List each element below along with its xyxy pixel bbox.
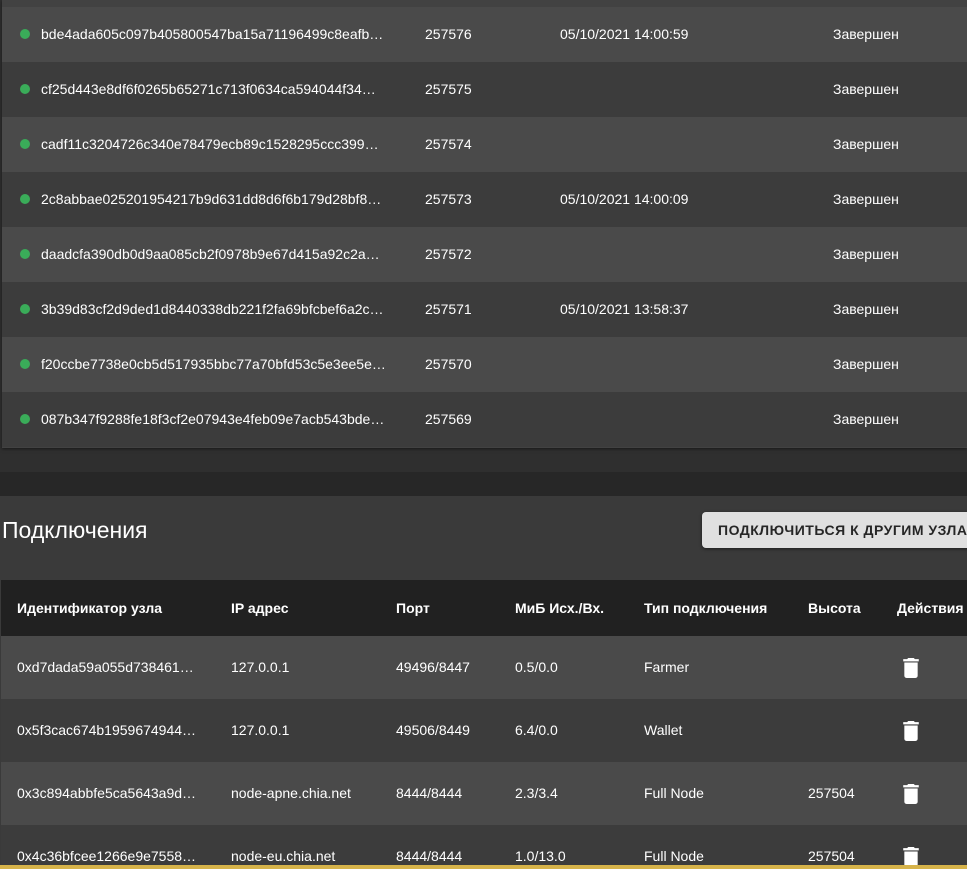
block-height: 257573 bbox=[425, 191, 472, 207]
block-time: 05/10/2021 14:00:59 bbox=[560, 26, 689, 42]
block-hash[interactable]: cadf11c3204726c340e78479ecb89c1528295ccc… bbox=[41, 117, 397, 172]
block-row[interactable]: daadcfa390db0d9aa085cb2f0978b9e67d415a92… bbox=[2, 227, 967, 282]
ip-address: node-eu.chia.net bbox=[231, 848, 336, 864]
full-node-page: bde4ada605c097b405800547ba15a71196499c8e… bbox=[0, 0, 967, 869]
block-state: Завершен bbox=[833, 301, 899, 317]
status-dot-icon bbox=[20, 139, 30, 149]
trash-icon[interactable] bbox=[903, 658, 919, 678]
port: 8444/8444 bbox=[396, 785, 463, 801]
status-dot-icon bbox=[20, 359, 30, 369]
block-height: 257570 bbox=[425, 356, 472, 372]
block-row[interactable]: 3b39d83cf2d9ded1d8440338db221f2fa69bfcbe… bbox=[2, 282, 967, 337]
table-row: 0x5f3cac674b1959674944… 127.0.0.1 49506/… bbox=[1, 699, 967, 762]
block-time: 05/10/2021 14:00:09 bbox=[560, 191, 689, 207]
table-row: 0x4c36bfcee1266e9e7558… node-eu.chia.net… bbox=[1, 825, 967, 869]
block-state: Завершен bbox=[833, 136, 899, 152]
block-hash[interactable]: cf25d443e8df6f0265b65271c713f0634ca59404… bbox=[41, 62, 397, 117]
status-dot-icon bbox=[20, 304, 30, 314]
status-dot-icon bbox=[20, 249, 30, 259]
trash-icon[interactable] bbox=[903, 784, 919, 804]
column-header-type: Тип подключения bbox=[644, 600, 768, 616]
column-header-ip: IP адрес bbox=[231, 600, 289, 616]
ip-address: node-apne.chia.net bbox=[231, 785, 351, 801]
mib-up-down: 0.5/0.0 bbox=[515, 659, 558, 675]
block-row[interactable]: bde4ada605c097b405800547ba15a71196499c8e… bbox=[2, 7, 967, 62]
block-state: Завершен bbox=[833, 191, 899, 207]
block-hash[interactable]: bde4ada605c097b405800547ba15a71196499c8e… bbox=[41, 7, 397, 62]
ip-address: 127.0.0.1 bbox=[231, 722, 290, 738]
connection-type: Wallet bbox=[644, 722, 683, 738]
block-row[interactable]: 087b347f9288fe18f3cf2e07943e4feb09e7acb5… bbox=[2, 392, 967, 447]
block-row[interactable]: f20ccbe7738e0cb5d517935bbc77a70bfd53c5e3… bbox=[2, 337, 967, 392]
block-time: 05/10/2021 13:58:37 bbox=[560, 301, 689, 317]
peak-height: 257504 bbox=[808, 848, 855, 864]
connections-title: Подключения bbox=[2, 517, 148, 543]
column-header-actions: Действия bbox=[897, 600, 964, 616]
block-state: Завершен bbox=[833, 26, 899, 42]
block-height: 257576 bbox=[425, 26, 472, 42]
port: 8444/8444 bbox=[396, 848, 463, 864]
block-row[interactable]: cadf11c3204726c340e78479ecb89c1528295ccc… bbox=[2, 117, 967, 172]
connection-type: Full Node bbox=[644, 848, 704, 864]
block-state: Завершен bbox=[833, 246, 899, 262]
mib-up-down: 2.3/3.4 bbox=[515, 785, 558, 801]
block-hash[interactable]: 087b347f9288fe18f3cf2e07943e4feb09e7acb5… bbox=[41, 392, 397, 447]
trash-icon[interactable] bbox=[903, 721, 919, 741]
connection-type: Full Node bbox=[644, 785, 704, 801]
block-hash[interactable]: daadcfa390db0d9aa085cb2f0978b9e67d415a92… bbox=[41, 227, 397, 282]
connection-type: Farmer bbox=[644, 659, 690, 675]
block-height: 257569 bbox=[425, 411, 472, 427]
block-state: Завершен bbox=[833, 411, 899, 427]
node-id[interactable]: 0x5f3cac674b1959674944… bbox=[17, 699, 207, 762]
peak-height: 257504 bbox=[808, 785, 855, 801]
mib-up-down: 6.4/0.0 bbox=[515, 722, 558, 738]
status-dot-icon bbox=[20, 194, 30, 204]
block-height: 257572 bbox=[425, 246, 472, 262]
column-header-port: Порт bbox=[396, 600, 430, 616]
section-divider bbox=[0, 472, 967, 496]
block-height: 257575 bbox=[425, 81, 472, 97]
ip-address: 127.0.0.1 bbox=[231, 659, 290, 675]
node-id[interactable]: 0xd7dada59a055d738461… bbox=[17, 636, 207, 699]
block-hash[interactable]: 2c8abbae025201954217b9d631dd8d6f6b179d28… bbox=[41, 172, 397, 227]
bottom-edge-strip bbox=[0, 865, 967, 869]
column-header-node-id: Идентификатор узла bbox=[17, 600, 163, 616]
port: 49506/8449 bbox=[396, 722, 470, 738]
node-id[interactable]: 0x3c894abbfe5ca5643a9d… bbox=[17, 762, 207, 825]
node-id[interactable]: 0x4c36bfcee1266e9e7558… bbox=[17, 825, 207, 869]
block-row[interactable]: 2c8abbae025201954217b9d631dd8d6f6b179d28… bbox=[2, 172, 967, 227]
block-hash[interactable]: f20ccbe7738e0cb5d517935bbc77a70bfd53c5e3… bbox=[41, 337, 397, 392]
port: 49496/8447 bbox=[396, 659, 470, 675]
block-state: Завершен bbox=[833, 81, 899, 97]
connections-table: Идентификатор узла IP адрес Порт МиБ Исх… bbox=[1, 580, 967, 869]
table-row: 0x3c894abbfe5ca5643a9d… node-apne.chia.n… bbox=[1, 762, 967, 825]
column-header-height: Высота bbox=[808, 600, 861, 616]
block-height: 257574 bbox=[425, 136, 472, 152]
column-header-mib: МиБ Исх./Вх. bbox=[515, 600, 605, 616]
block-hash[interactable]: 3b39d83cf2d9ded1d8440338db221f2fa69bfcbe… bbox=[41, 282, 397, 337]
block-row[interactable]: cf25d443e8df6f0265b65271c713f0634ca59404… bbox=[2, 62, 967, 117]
block-state: Завершен bbox=[833, 356, 899, 372]
status-dot-icon bbox=[20, 84, 30, 94]
mib-up-down: 1.0/13.0 bbox=[515, 848, 566, 864]
connect-to-other-peers-button[interactable]: ПОДКЛЮЧИТЬСЯ К ДРУГИМ УЗЛАМ bbox=[702, 512, 967, 548]
status-dot-icon bbox=[20, 414, 30, 424]
table-row: 0xd7dada59a055d738461… 127.0.0.1 49496/8… bbox=[1, 636, 967, 699]
blocks-table: bde4ada605c097b405800547ba15a71196499c8e… bbox=[2, 0, 967, 448]
table-header: Идентификатор узла IP адрес Порт МиБ Исх… bbox=[1, 580, 967, 636]
trash-icon[interactable] bbox=[903, 847, 919, 867]
block-height: 257571 bbox=[425, 301, 472, 317]
status-dot-icon bbox=[20, 29, 30, 39]
